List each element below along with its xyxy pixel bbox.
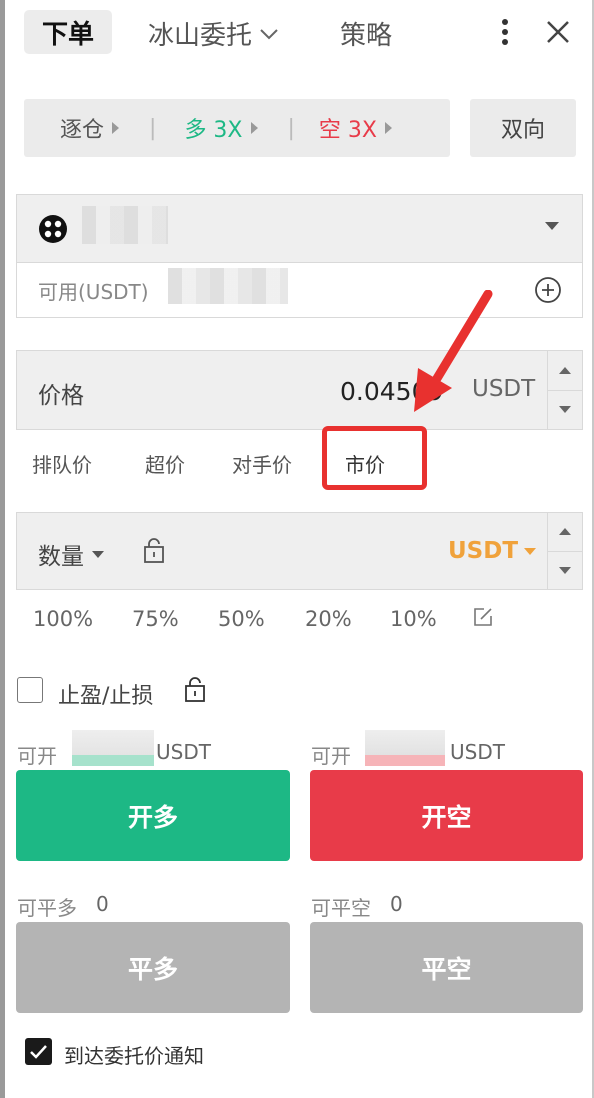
price-type-queue[interactable]: 排队价 bbox=[32, 449, 92, 478]
price-label: 价格 bbox=[38, 383, 84, 409]
caret-down-icon bbox=[559, 566, 571, 574]
percent-10-button[interactable]: 10% bbox=[390, 607, 437, 631]
caret-right-icon bbox=[250, 122, 258, 134]
price-increment-button[interactable] bbox=[548, 351, 582, 391]
window-frame-left bbox=[0, 0, 5, 1098]
available-label: 可用(USDT) bbox=[38, 280, 149, 304]
open-short-unit: USDT bbox=[450, 740, 505, 764]
divider: | bbox=[149, 115, 157, 141]
close-long-value: 0 bbox=[96, 892, 109, 916]
tab-iceberg-label: 冰山委托 bbox=[148, 21, 253, 51]
caret-up-icon bbox=[559, 366, 571, 374]
caret-right-icon bbox=[112, 122, 120, 134]
isolated-margin-label: 逐仓 bbox=[60, 118, 105, 143]
long-leverage-selector[interactable]: 多 3X bbox=[184, 112, 258, 144]
divider: | bbox=[287, 115, 295, 141]
coin-logo-icon bbox=[38, 214, 68, 244]
checkmark-icon bbox=[30, 1045, 47, 1059]
price-stepper[interactable] bbox=[547, 351, 582, 429]
notify-checkbox[interactable] bbox=[25, 1038, 52, 1065]
close-icon[interactable] bbox=[544, 18, 572, 46]
percent-75-button[interactable]: 75% bbox=[132, 607, 179, 631]
tpsl-label: 止盈/止损 bbox=[58, 684, 154, 709]
quantity-decrement-button[interactable] bbox=[548, 552, 582, 590]
lock-icon[interactable] bbox=[184, 677, 206, 703]
close-long-button[interactable]: 平多 bbox=[16, 922, 290, 1013]
position-mode-button[interactable]: 双向 bbox=[470, 99, 576, 157]
close-long-label: 可平多 bbox=[17, 896, 77, 920]
add-circle-icon[interactable] bbox=[534, 276, 562, 304]
tpsl-checkbox[interactable] bbox=[17, 677, 43, 703]
annotation-highlight-box bbox=[322, 426, 427, 490]
long-leverage-label: 多 3X bbox=[184, 118, 243, 143]
quantity-type-selector[interactable]: 数量 bbox=[38, 537, 104, 571]
open-short-label: 可开 bbox=[311, 744, 351, 768]
caret-right-icon bbox=[384, 122, 392, 134]
short-leverage-label: 空 3X bbox=[318, 118, 377, 143]
percent-50-button[interactable]: 50% bbox=[218, 607, 265, 631]
more-menu-icon[interactable] bbox=[497, 16, 513, 48]
open-long-unit: USDT bbox=[156, 740, 211, 764]
open-long-button[interactable]: 开多 bbox=[16, 770, 290, 861]
blurred-open-short-amount bbox=[365, 730, 445, 766]
quantity-unit: USDT bbox=[448, 538, 519, 564]
open-long-label: 可开 bbox=[17, 744, 57, 768]
caret-down-icon bbox=[545, 222, 559, 230]
blurred-available-balance bbox=[168, 268, 288, 304]
lock-icon[interactable] bbox=[143, 538, 165, 564]
margin-mode-bar: 逐仓 | 多 3X | 空 3X bbox=[24, 99, 450, 157]
chevron-down-icon bbox=[260, 28, 278, 39]
open-short-button[interactable]: 开空 bbox=[310, 770, 583, 861]
price-decrement-button[interactable] bbox=[548, 391, 582, 430]
caret-up-icon bbox=[559, 528, 571, 536]
notify-label: 到达委托价通知 bbox=[64, 1044, 204, 1068]
price-type-counterparty[interactable]: 对手价 bbox=[232, 449, 292, 478]
blurred-open-long-amount bbox=[72, 730, 154, 766]
caret-down-icon bbox=[524, 547, 537, 555]
blurred-symbol bbox=[82, 206, 168, 244]
caret-down-icon bbox=[92, 550, 104, 558]
quantity-unit-selector[interactable]: USDT bbox=[448, 538, 537, 564]
price-type-super[interactable]: 超价 bbox=[145, 449, 185, 478]
quantity-stepper[interactable] bbox=[547, 513, 582, 589]
quantity-label: 数量 bbox=[38, 544, 84, 570]
percent-100-button[interactable]: 100% bbox=[33, 607, 93, 631]
tab-place-order[interactable]: 下单 bbox=[24, 10, 112, 54]
close-short-value: 0 bbox=[390, 892, 403, 916]
short-leverage-selector[interactable]: 空 3X bbox=[319, 112, 392, 144]
close-short-button[interactable]: 平空 bbox=[310, 922, 583, 1013]
close-short-label: 可平空 bbox=[311, 896, 371, 920]
tab-strategy[interactable]: 策略 bbox=[340, 15, 392, 52]
caret-down-icon bbox=[559, 406, 571, 414]
annotation-arrow-icon bbox=[400, 289, 500, 420]
percent-20-button[interactable]: 20% bbox=[305, 607, 352, 631]
isolated-margin-selector[interactable]: 逐仓 bbox=[60, 112, 120, 144]
quantity-increment-button[interactable] bbox=[548, 513, 582, 552]
edit-icon[interactable] bbox=[472, 606, 494, 628]
tab-iceberg-order[interactable]: 冰山委托 bbox=[148, 15, 280, 52]
